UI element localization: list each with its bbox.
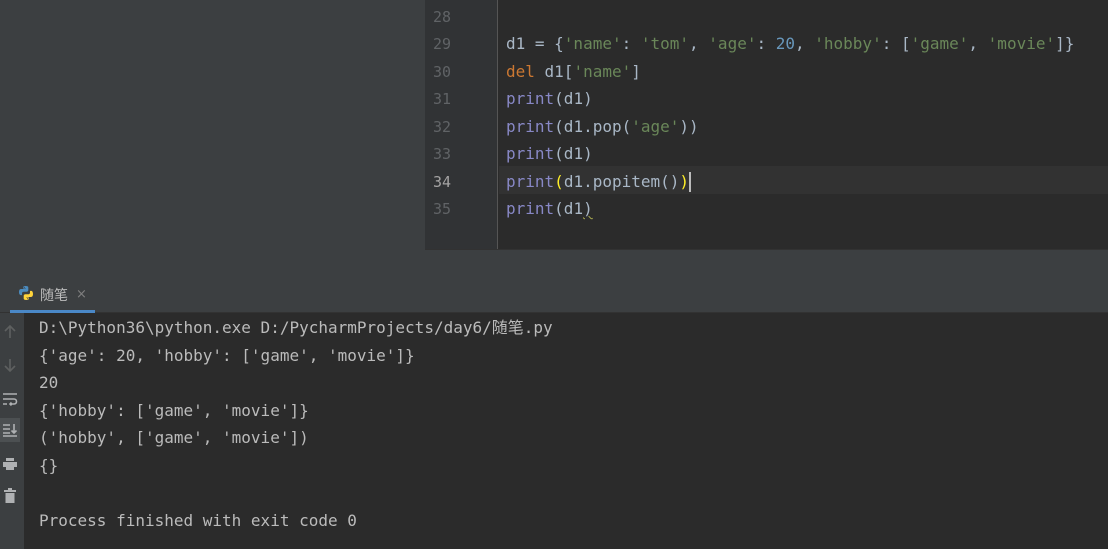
print-icon[interactable] [0, 452, 20, 476]
console-line: 20 [39, 373, 59, 392]
soft-wrap-icon[interactable] [0, 387, 20, 411]
code-line[interactable]: print(d1) [506, 89, 593, 109]
line-number: 28 [432, 8, 451, 26]
line-number: 33 [432, 145, 451, 163]
close-icon[interactable]: × [76, 287, 87, 302]
text-caret [689, 172, 692, 192]
console-line: {'age': 20, 'hobby': ['game', 'movie']} [39, 346, 415, 365]
code-line[interactable]: print(d1.pop('age')) [506, 117, 699, 137]
code-line-current[interactable]: print(d1.popitem()) [506, 172, 692, 192]
console-line: ('hobby', ['game', 'movie']) [39, 428, 309, 447]
code-editor[interactable]: 28 29 30 31 32 33 34 35 d1 = {'name': 't… [425, 0, 1108, 249]
code-line[interactable]: print(d1) [506, 199, 593, 219]
line-number-gutter: 28 29 30 31 32 33 34 35 [425, 0, 498, 249]
console-line: Process finished with exit code 0 [39, 511, 357, 530]
line-number-current: 34 [432, 173, 451, 191]
console-line: D:\Python36\python.exe D:/PycharmProject… [39, 318, 553, 337]
code-line[interactable]: del d1['name'] [506, 62, 641, 82]
project-panel [0, 0, 425, 279]
console-line: {} [39, 456, 59, 475]
run-tab[interactable]: 随笔 × [10, 279, 95, 313]
line-number: 35 [432, 200, 451, 218]
scroll-to-end-icon[interactable] [0, 418, 20, 442]
run-tab-label: 随笔 [40, 287, 68, 304]
console-output[interactable]: D:\Python36\python.exe D:/PycharmProject… [24, 313, 1108, 549]
python-icon [18, 285, 34, 305]
editor-scroll-area [425, 249, 1108, 280]
trash-icon[interactable] [0, 484, 20, 508]
arrow-down-icon[interactable] [0, 353, 20, 377]
run-toolbar [0, 313, 24, 549]
code-line[interactable]: d1 = {'name': 'tom', 'age': 20, 'hobby':… [506, 34, 1074, 54]
console-line: {'hobby': ['game', 'movie']} [39, 401, 309, 420]
line-number: 31 [432, 90, 451, 108]
line-number: 30 [432, 63, 451, 81]
arrow-up-icon[interactable] [0, 320, 20, 344]
code-line[interactable]: print(d1) [506, 144, 593, 164]
line-number: 29 [432, 35, 451, 53]
run-tool-window-header: 随笔 × [0, 279, 1108, 313]
line-number: 32 [432, 118, 451, 136]
